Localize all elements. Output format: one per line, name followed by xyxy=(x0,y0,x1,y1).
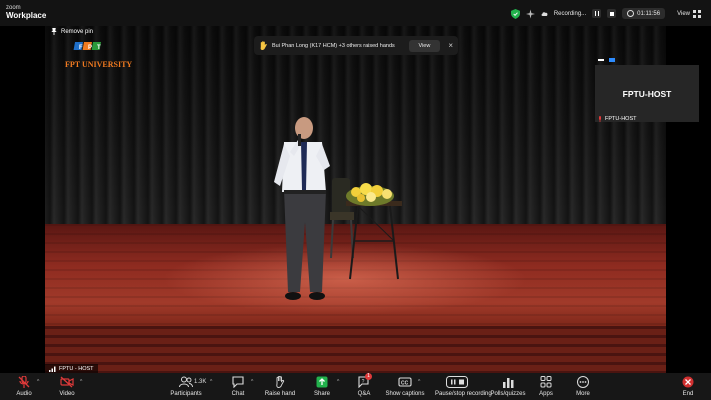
participants-options-chevron-icon[interactable]: ^ xyxy=(210,379,212,385)
share-options-chevron-icon[interactable]: ^ xyxy=(337,379,339,385)
recording-cloud-icon xyxy=(541,12,548,16)
pause-stop-recording-button[interactable]: Pause/stop recording xyxy=(435,376,492,397)
captions-button[interactable]: CC Show captions xyxy=(383,376,427,397)
clock-icon xyxy=(627,10,635,17)
audio-button[interactable]: Audio xyxy=(2,376,46,397)
pause-icon xyxy=(594,11,599,16)
stop-recording-button[interactable] xyxy=(607,9,617,18)
app-brand: zoom Workplace xyxy=(6,5,46,20)
tile-name-label: FPTU-HOST xyxy=(596,114,638,123)
logo-text: FPT UNIVERSITY xyxy=(65,60,133,69)
tile-label-text: FPTU-HOST xyxy=(605,115,637,122)
end-meeting-button[interactable]: End xyxy=(666,376,710,397)
share-label: Share xyxy=(313,391,330,397)
audio-options-chevron-icon[interactable]: ^ xyxy=(37,379,39,385)
notification-text: Bui Phan Long (K17 HCM) +3 others raised… xyxy=(272,42,395,49)
speaker-person xyxy=(274,116,330,300)
grid-view-icon xyxy=(693,9,701,18)
more-button[interactable]: More xyxy=(561,376,605,397)
raise-hand-button[interactable]: Raise hand xyxy=(258,376,302,397)
tile-minimize-icon[interactable] xyxy=(598,59,604,61)
end-label: End xyxy=(682,391,694,397)
closed-captions-icon: CC xyxy=(398,377,412,387)
notification-view-button[interactable]: View xyxy=(408,39,441,52)
pause-recording-button[interactable] xyxy=(592,9,602,18)
security-shield-icon[interactable] xyxy=(510,8,520,19)
svg-text:P: P xyxy=(88,45,92,51)
recording-control-label: Pause/stop recording xyxy=(435,391,492,397)
notification-close-button[interactable]: × xyxy=(448,41,453,50)
tile-speaker-view-icon[interactable] xyxy=(609,58,615,62)
chat-icon xyxy=(232,376,244,388)
chat-button[interactable]: Chat xyxy=(216,376,260,397)
remove-pin-label: Remove pin xyxy=(61,28,94,35)
top-bar: zoom Workplace Recording... 01:11:56 Vie… xyxy=(0,0,711,26)
svg-text:F: F xyxy=(79,45,83,51)
video-off-icon xyxy=(60,376,74,388)
more-icon xyxy=(577,376,589,388)
raise-hand-label: Raise hand xyxy=(264,391,296,397)
muted-mic-icon xyxy=(599,115,601,122)
meeting-status: Recording... 01:11:56 View xyxy=(510,7,701,20)
raised-hands-notification: Bui Phan Long (K17 HCM) +3 others raised… xyxy=(254,36,458,55)
stop-icon xyxy=(609,11,614,16)
polls-bar-chart-icon xyxy=(503,378,514,388)
svg-text:?: ? xyxy=(362,379,365,385)
meeting-timer: 01:11:56 xyxy=(622,8,666,19)
brand-bottom: Workplace xyxy=(6,11,47,20)
pin-icon xyxy=(51,28,57,35)
recording-label: Recording... xyxy=(553,10,587,17)
video-options-chevron-icon[interactable]: ^ xyxy=(80,379,82,385)
view-label: View xyxy=(677,10,690,17)
qa-badge: 1 xyxy=(365,373,372,380)
signal-bars-icon xyxy=(49,366,56,372)
stage-edge xyxy=(45,326,666,373)
chat-options-chevron-icon[interactable]: ^ xyxy=(251,379,253,385)
flower-arrangement xyxy=(346,183,394,206)
recording-controls-icon xyxy=(446,376,468,388)
participant-count: 1.3K xyxy=(194,379,207,385)
tile-participant-name: FPTU-HOST xyxy=(622,89,672,99)
apps-icon xyxy=(540,376,552,388)
end-call-icon xyxy=(682,376,694,388)
captions-label: Show captions xyxy=(385,391,425,397)
svg-text:T: T xyxy=(97,45,101,51)
raised-hand-icon xyxy=(260,41,267,50)
tile-controls xyxy=(598,56,638,64)
muted-microphone-icon xyxy=(18,376,30,388)
more-label: More xyxy=(576,391,590,397)
view-button[interactable]: View xyxy=(677,9,701,18)
qa-icon-wrapper: ? 1 xyxy=(357,373,372,389)
qa-label: Q&A xyxy=(357,391,371,397)
svg-text:CC: CC xyxy=(401,380,409,386)
speaker-name: FPTU - HOST xyxy=(59,365,94,372)
meeting-toolbar: Audio ^ Video ^ Participants 1.3K ^ Chat… xyxy=(0,373,711,400)
audio-label: Audio xyxy=(16,391,32,397)
apps-sparkle-icon[interactable] xyxy=(525,9,535,19)
stage-table xyxy=(346,201,402,280)
participants-icon xyxy=(179,376,193,388)
chat-label: Chat xyxy=(231,391,245,397)
video-label: Video xyxy=(59,391,75,397)
hand-icon xyxy=(276,376,285,388)
timer-value: 01:11:56 xyxy=(637,10,661,17)
remove-pin-button[interactable]: Remove pin xyxy=(51,28,93,35)
share-screen-icon xyxy=(316,376,328,388)
speaker-name-label: FPTU - HOST xyxy=(45,364,98,373)
captions-options-chevron-icon[interactable]: ^ xyxy=(418,379,420,385)
video-button[interactable]: Video xyxy=(45,376,89,397)
qa-button[interactable]: ? 1 Q&A xyxy=(342,373,386,397)
active-speaker-video[interactable]: F P T FPT UNIVERSITY Remove pin FPTU - H… xyxy=(45,26,666,373)
participants-label: Participants xyxy=(170,391,202,397)
